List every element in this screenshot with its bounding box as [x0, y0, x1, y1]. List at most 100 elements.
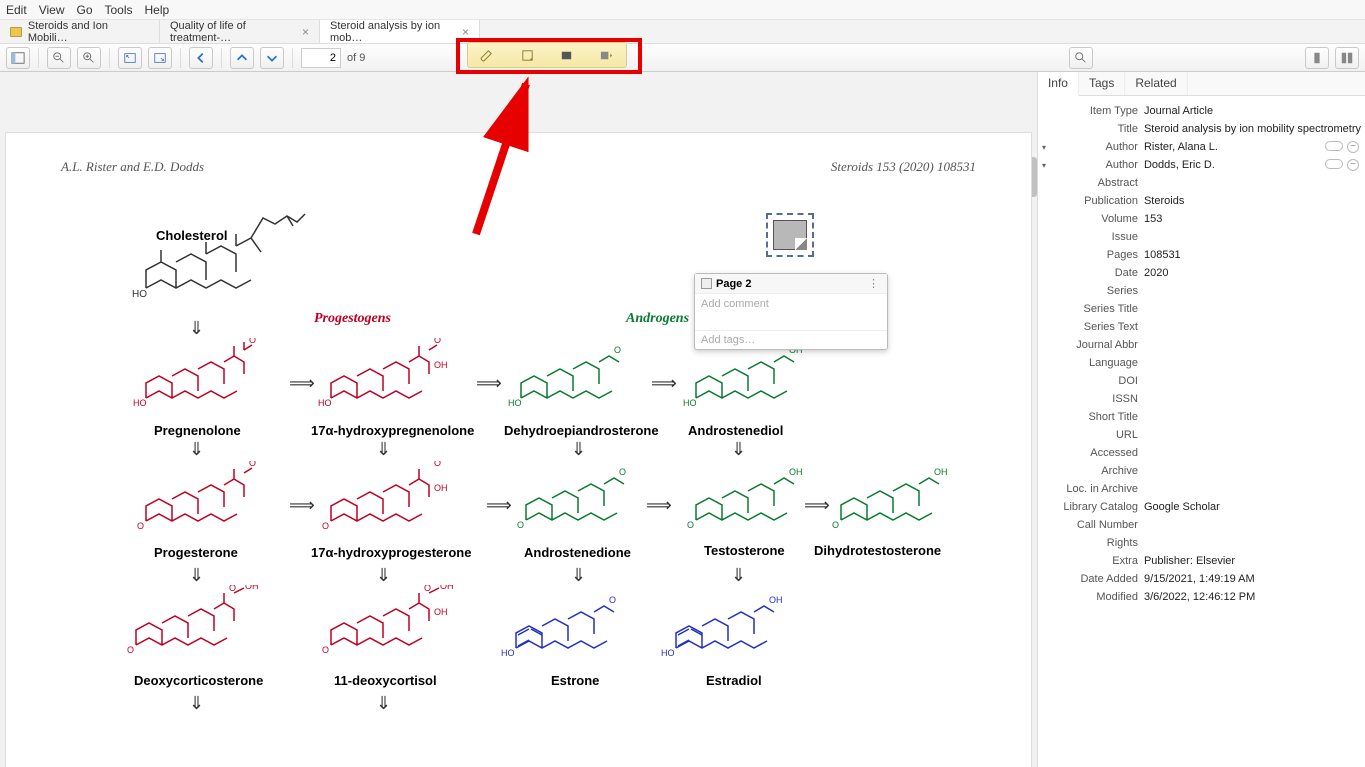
zoom-out-button[interactable]	[47, 47, 71, 69]
arrow-down-icon: ⇓	[571, 439, 586, 460]
svg-text:HO: HO	[508, 398, 522, 408]
author-swap-button[interactable]	[1325, 141, 1343, 151]
annotation-comment-input[interactable]: Add comment	[695, 294, 887, 330]
info-panel: Info Tags Related Item TypeJournal Artic…	[1038, 72, 1365, 767]
molecule-androstenedione: OO	[511, 465, 641, 540]
arrow-down-icon: ⇓	[189, 318, 204, 339]
color-picker-button[interactable]	[594, 45, 618, 65]
svg-text:OH: OH	[440, 585, 454, 591]
zoom-auto-button[interactable]	[148, 47, 172, 69]
svg-text:HO: HO	[683, 398, 697, 408]
tab-bar: Steroids and Ion Mobili… Quality of life…	[0, 20, 1365, 44]
page-number-input[interactable]	[301, 48, 341, 68]
layout-double-button[interactable]	[1335, 47, 1359, 69]
page-header-right: Steroids 153 (2020) 108531	[831, 159, 976, 175]
page-count-label: of 9	[347, 52, 365, 64]
field-title[interactable]: Steroid analysis by ion mobility spectro…	[1144, 123, 1361, 135]
svg-text:HO: HO	[133, 398, 147, 408]
arrow-right-icon: ⟹	[646, 495, 672, 516]
tab-document-2[interactable]: Steroid analysis by ion mob… ×	[320, 20, 480, 43]
info-fields: Item TypeJournal Article TitleSteroid an…	[1038, 96, 1365, 612]
molecule-cholesterol: HO	[126, 203, 316, 313]
menu-tools[interactable]: Tools	[105, 3, 133, 17]
svg-text:O: O	[322, 645, 329, 655]
svg-text:O: O	[322, 521, 329, 531]
label-estrone: Estrone	[551, 673, 599, 688]
menu-bar: Edit View Go Tools Help	[0, 0, 1365, 20]
field-library-catalog[interactable]: Google Scholar	[1144, 501, 1361, 513]
annotation-popup: Page 2 ⋮ Add comment Add tags…	[694, 273, 888, 350]
tab-label: Steroids and Ion Mobili…	[28, 20, 149, 44]
note-tool-button[interactable]	[515, 45, 539, 65]
molecule-doc: OOOH	[121, 585, 281, 665]
area-tool-button[interactable]	[555, 45, 579, 65]
menu-edit[interactable]: Edit	[6, 3, 27, 17]
field-author-2[interactable]: Dodds, Eric D.	[1144, 159, 1325, 171]
page-down-button[interactable]	[260, 47, 284, 69]
svg-text:OH: OH	[769, 595, 783, 605]
svg-text:O: O	[614, 345, 621, 355]
field-volume[interactable]: 153	[1144, 213, 1361, 225]
field-pages[interactable]: 108531	[1144, 249, 1361, 261]
sticky-note-annotation[interactable]	[766, 213, 814, 257]
author-swap-button[interactable]	[1325, 159, 1343, 169]
arrow-right-icon: ⟹	[486, 495, 512, 516]
label-cholesterol: Cholesterol	[156, 228, 228, 243]
highlight-tool-button[interactable]	[476, 45, 500, 65]
page-up-button[interactable]	[230, 47, 254, 69]
molecule-androstenediol: HOOH	[681, 343, 811, 418]
svg-text:HO: HO	[501, 648, 515, 658]
field-publication[interactable]: Steroids	[1144, 195, 1361, 207]
svg-text:OH: OH	[789, 467, 803, 477]
more-icon[interactable]: ⋮	[868, 277, 881, 290]
svg-text:O: O	[832, 520, 839, 530]
close-icon[interactable]: ×	[302, 25, 309, 39]
zoom-fit-button[interactable]	[118, 47, 142, 69]
label-dhea: Dehydroepiandrosterone	[504, 423, 659, 438]
annotation-toolbar	[467, 42, 627, 68]
svg-text:HO: HO	[132, 289, 147, 300]
sidebar-toggle-button[interactable]	[6, 47, 30, 69]
find-button[interactable]	[1069, 47, 1093, 69]
label-progesterone: Progesterone	[154, 545, 238, 560]
close-icon[interactable]: ×	[462, 25, 469, 39]
author-remove-button[interactable]: −	[1347, 141, 1359, 153]
arrow-down-icon: ⇓	[189, 439, 204, 460]
arrow-down-icon: ⇓	[731, 439, 746, 460]
annotation-tags-input[interactable]: Add tags…	[695, 330, 887, 349]
author-remove-button[interactable]: −	[1347, 159, 1359, 171]
svg-text:O: O	[229, 585, 236, 593]
molecule-progesterone: OO	[131, 461, 271, 541]
field-item-type[interactable]: Journal Article	[1144, 105, 1361, 117]
folder-icon	[10, 27, 22, 37]
svg-text:O: O	[249, 461, 256, 468]
arrow-down-icon: ⇓	[376, 693, 391, 714]
callout-arrow	[456, 74, 546, 244]
field-extra[interactable]: Publisher: Elsevier	[1144, 555, 1361, 567]
info-tab-tags[interactable]: Tags	[1079, 72, 1125, 95]
label-androstenediol: Androstenediol	[688, 423, 783, 438]
arrow-right-icon: ⟹	[476, 373, 502, 394]
menu-view[interactable]: View	[39, 3, 65, 17]
menu-help[interactable]: Help	[145, 3, 170, 17]
svg-text:OH: OH	[434, 607, 448, 617]
molecule-testosterone: OOH	[681, 465, 811, 540]
info-tab-related[interactable]: Related	[1125, 72, 1187, 95]
field-author-1[interactable]: Rister, Alana L.	[1144, 141, 1325, 153]
layout-single-button[interactable]	[1305, 47, 1329, 69]
svg-text:O: O	[137, 521, 144, 531]
info-tab-info[interactable]: Info	[1038, 72, 1079, 96]
tab-document-1[interactable]: Quality of life of treatment-… ×	[160, 20, 320, 43]
label-17a-oh-progesterone: 17α-hydroxyprogesterone	[311, 545, 471, 560]
tab-library[interactable]: Steroids and Ion Mobili…	[0, 20, 160, 43]
zoom-in-button[interactable]	[77, 47, 101, 69]
arrow-right-icon: ⟹	[289, 495, 315, 516]
arrow-down-icon: ⇓	[731, 565, 746, 586]
field-date[interactable]: 2020	[1144, 267, 1361, 279]
sticky-note-icon	[773, 220, 807, 250]
molecule-17a-oh-progesterone: OOOH	[316, 461, 466, 541]
field-modified: 3/6/2022, 12:46:12 PM	[1144, 591, 1361, 603]
menu-go[interactable]: Go	[76, 3, 92, 17]
nav-back-button[interactable]	[189, 47, 213, 69]
group-androgens: Androgens	[626, 311, 689, 327]
